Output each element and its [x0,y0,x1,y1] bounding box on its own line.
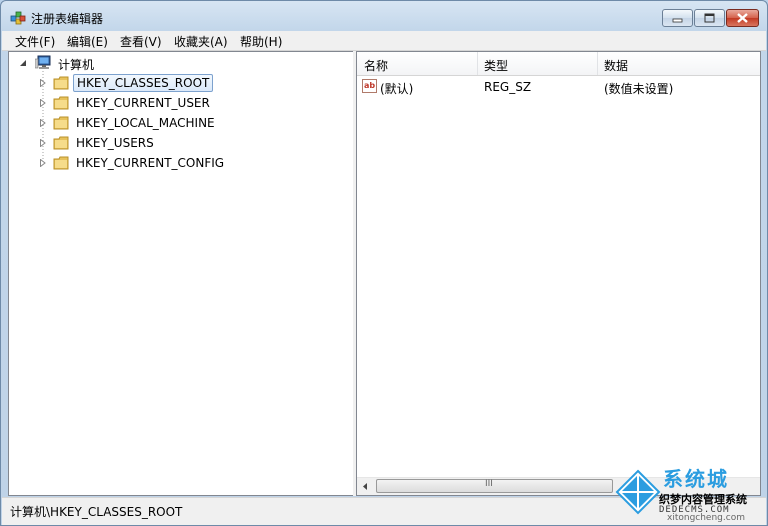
menu-help[interactable]: 帮助(H) [240,33,282,50]
title-bar[interactable]: 注册表编辑器 [1,1,767,31]
status-path: 计算机\HKEY_CLASSES_ROOT [10,505,183,519]
menu-edit[interactable]: 编辑(E) [67,33,108,50]
expand-arrow-icon[interactable] [39,159,47,167]
tree-node-label: HKEY_CURRENT_USER [76,96,210,110]
tree-node-label: HKEY_CURRENT_CONFIG [76,156,225,170]
registry-editor-window: 注册表编辑器 文件(F) 编辑(E) 查看(V) 收藏夹(A) 帮助(H) 计算… [0,0,768,526]
value-data: (数值未设置) [604,82,674,96]
expand-arrow-icon[interactable] [39,99,47,107]
minimize-icon [672,18,683,23]
key-tree-pane[interactable]: 计算机 HKEY_CLASSES_ROOT HKEY_CURRENT_USER … [8,51,354,496]
values-list-pane[interactable]: 名称 类型 数据 ab (默认) REG_SZ (数值未设置) III [356,51,761,496]
tree-root-label: 计算机 [58,58,95,72]
scroll-left-arrow-icon[interactable] [357,478,374,495]
close-icon [737,13,748,23]
maximize-button[interactable] [694,9,725,27]
column-header-row: 名称 类型 数据 [357,52,760,76]
column-header-type[interactable]: 类型 [484,57,508,74]
collapse-arrow-icon[interactable] [19,59,27,67]
tree-node-label: HKEY_CLASSES_ROOT [73,74,214,92]
folder-icon [53,96,69,110]
minimize-button[interactable] [662,9,693,27]
close-button[interactable] [726,9,759,27]
tree-node-label: HKEY_USERS [76,136,154,150]
value-type: REG_SZ [484,80,532,94]
menu-bar: 文件(F) 编辑(E) 查看(V) 收藏夹(A) 帮助(H) [2,31,766,51]
tree-node-label: HKEY_LOCAL_MACHINE [76,116,215,130]
window-title: 注册表编辑器 [31,12,104,26]
scrollbar-grip: III [485,479,493,489]
column-divider[interactable] [597,52,598,75]
string-value-icon: ab [362,79,377,93]
computer-icon [35,55,51,69]
column-header-name[interactable]: 名称 [364,57,388,74]
menu-favorites[interactable]: 收藏夹(A) [174,33,228,50]
watermark-text: 系统城 [663,467,729,491]
scrollbar-thumb[interactable]: III [376,479,613,493]
watermark-text: xitongcheng.com [667,513,745,523]
column-header-data[interactable]: 数据 [604,57,628,74]
registry-editor-app-icon [10,11,26,25]
watermark-logo [615,469,661,515]
expand-arrow-icon[interactable] [39,79,47,87]
expand-arrow-icon[interactable] [39,139,47,147]
maximize-icon [704,13,715,23]
folder-icon [53,76,69,90]
folder-icon [53,156,69,170]
menu-view[interactable]: 查看(V) [120,33,162,50]
expand-arrow-icon[interactable] [39,119,47,127]
column-divider[interactable] [477,52,478,75]
folder-icon [53,116,69,130]
menu-file[interactable]: 文件(F) [15,33,55,50]
value-name: (默认) [380,82,414,96]
table-row[interactable]: ab (默认) REG_SZ (数值未设置) [362,79,757,97]
folder-icon [53,136,69,150]
watermark: 系统城 织梦内容管理系统 DEDECMS.COM xitongcheng.com [615,463,767,525]
